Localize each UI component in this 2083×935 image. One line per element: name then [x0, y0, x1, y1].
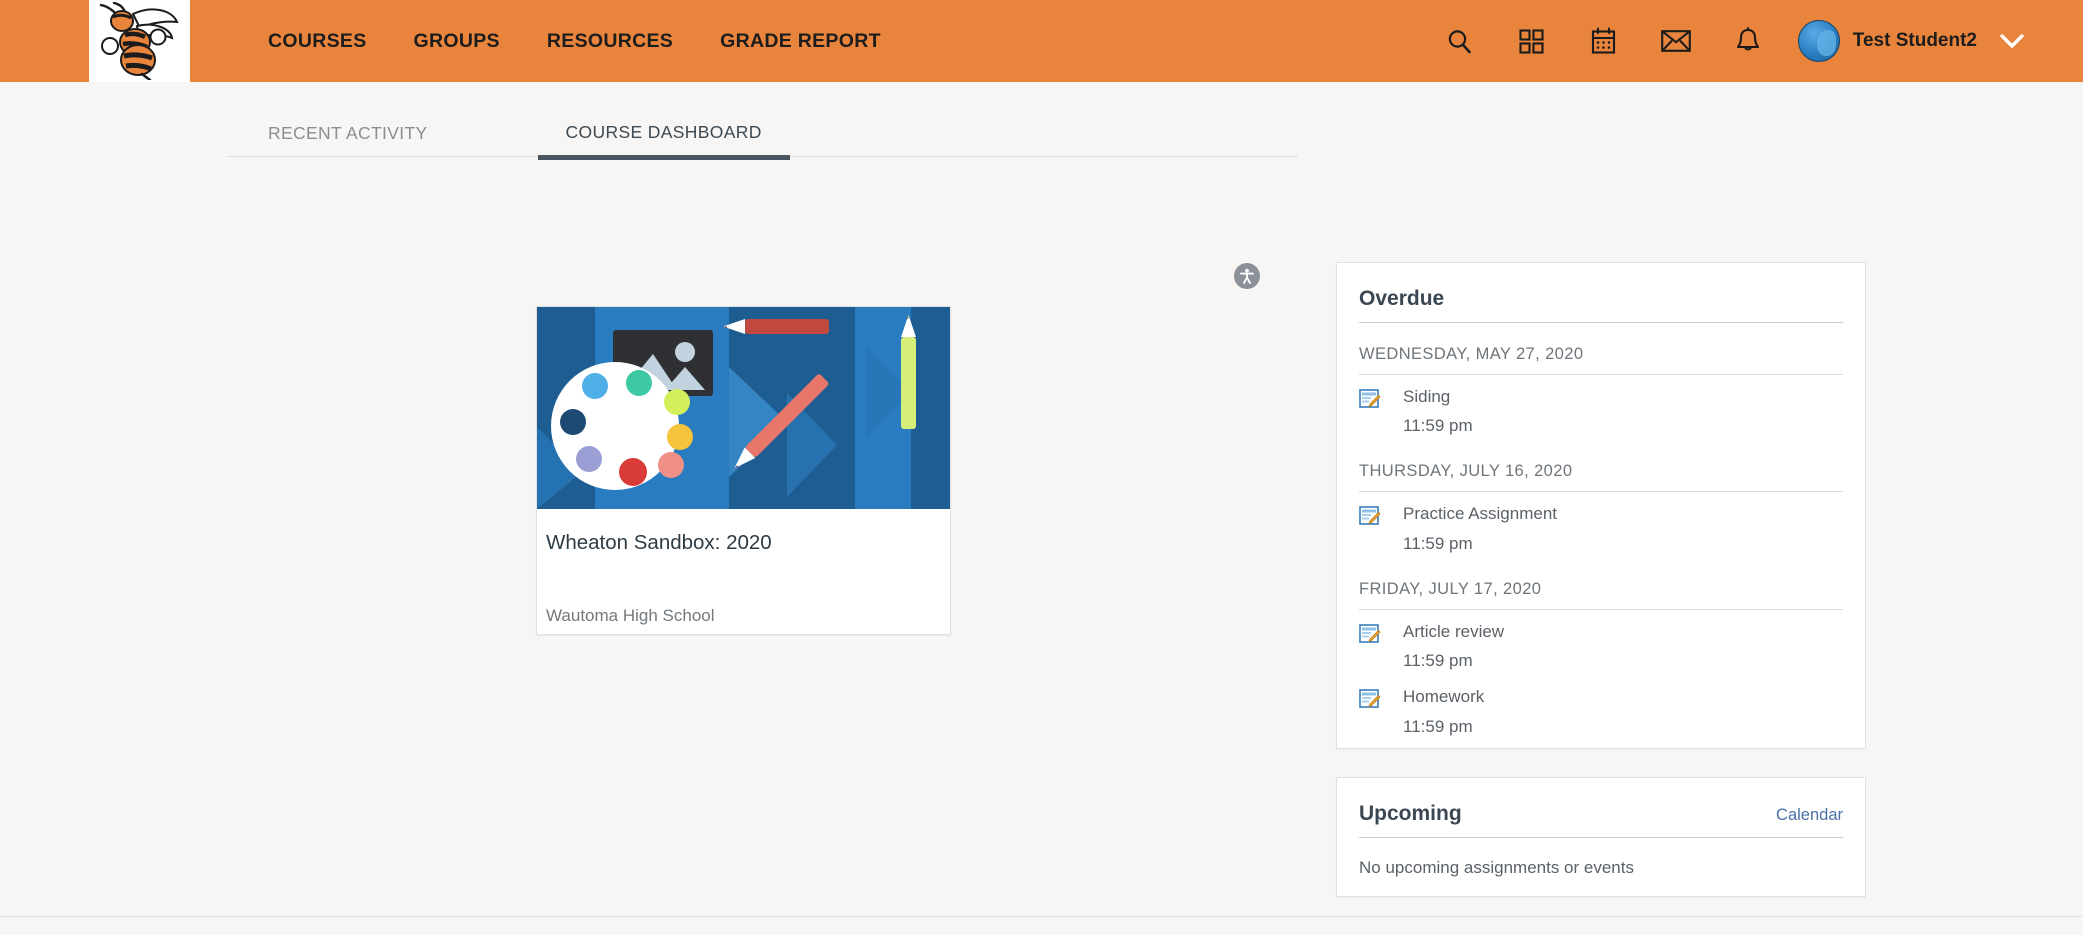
overdue-date-header: WEDNESDAY, MAY 27, 2020 [1359, 323, 1843, 375]
course-card[interactable]: Wheaton Sandbox: 2020 Wautoma High Schoo… [536, 306, 951, 635]
tab-recent-activity[interactable]: RECENT ACTIVITY [268, 123, 428, 156]
assignment-icon [1359, 688, 1381, 710]
upcoming-panel-header: Upcoming Calendar [1359, 778, 1843, 838]
overdue-list: WEDNESDAY, MAY 27, 2020 Siding 11:59 pm [1337, 323, 1865, 741]
nav-link-grade-report[interactable]: GRADE REPORT [720, 30, 881, 53]
assignment-time: 11:59 pm [1403, 416, 1473, 436]
upcoming-empty-message: No upcoming assignments or events [1359, 858, 1634, 877]
course-card-subtitle: Wautoma High School [546, 605, 715, 625]
nav-link-groups[interactable]: GROUPS [414, 30, 500, 53]
course-card-title[interactable]: Wheaton Sandbox: 2020 [546, 531, 940, 556]
envelope-mail-icon[interactable] [1640, 0, 1712, 82]
hornet-mascot-icon [99, 2, 179, 80]
assignment-icon [1359, 388, 1381, 410]
assignment-time: 11:59 pm [1403, 716, 1473, 736]
assignment-name[interactable]: Homework [1403, 687, 1484, 706]
nav-link-courses[interactable]: COURSES [268, 30, 367, 53]
calendar-link[interactable]: Calendar [1776, 806, 1843, 825]
tab-course-dashboard[interactable]: COURSE DASHBOARD [537, 122, 790, 160]
nav-utility-area: Test Student2 [1424, 0, 2025, 82]
upcoming-title: Upcoming [1359, 802, 1462, 825]
page-bottom-divider [0, 916, 2083, 917]
course-card-body: Wheaton Sandbox: 2020 Wautoma High Schoo… [537, 509, 950, 634]
page-content: RECENT ACTIVITY COURSE DASHBOARD Wheaton… [0, 82, 2083, 935]
list-item[interactable]: Homework 11:59 pm [1359, 675, 1843, 740]
assignment-name[interactable]: Siding [1403, 387, 1450, 406]
dashboard-tabs: RECENT ACTIVITY COURSE DASHBOARD [228, 103, 1298, 160]
chevron-down-icon[interactable] [1999, 33, 2025, 49]
assignment-time: 11:59 pm [1403, 533, 1473, 553]
primary-nav-links: COURSES GROUPS RESOURCES GRADE REPORT [268, 30, 881, 53]
assignment-name[interactable]: Practice Assignment [1403, 504, 1557, 523]
upcoming-body: No upcoming assignments or events [1337, 838, 1865, 878]
course-card-artwork [537, 307, 950, 509]
apps-grid-icon[interactable] [1496, 0, 1568, 82]
overdue-panel-header: Overdue [1359, 263, 1843, 323]
assignment-name[interactable]: Article review [1403, 622, 1504, 641]
nav-link-resources[interactable]: RESOURCES [547, 30, 673, 53]
upcoming-panel: Upcoming Calendar No upcoming assignment… [1336, 777, 1866, 897]
bell-notification-icon[interactable] [1712, 0, 1784, 82]
list-item[interactable]: Siding 11:59 pm [1359, 375, 1843, 440]
top-navigation-bar: COURSES GROUPS RESOURCES GRADE REPORT Te… [0, 0, 2083, 82]
overdue-title: Overdue [1359, 287, 1445, 310]
user-avatar[interactable] [1797, 20, 1840, 62]
overdue-panel: Overdue WEDNESDAY, MAY 27, 2020 Siding 1… [1336, 262, 1866, 749]
list-item[interactable]: Practice Assignment 11:59 pm [1359, 492, 1843, 557]
search-icon[interactable] [1424, 0, 1496, 82]
assignment-icon [1359, 623, 1381, 645]
calendar-icon[interactable] [1568, 0, 1640, 82]
hornet-mascot-logo[interactable] [89, 0, 190, 82]
user-name-label[interactable]: Test Student2 [1853, 30, 1977, 52]
assignment-time: 11:59 pm [1403, 651, 1473, 671]
overdue-date-header: FRIDAY, JULY 17, 2020 [1359, 558, 1843, 610]
list-item[interactable]: Article review 11:59 pm [1359, 610, 1843, 675]
overdue-date-header: THURSDAY, JULY 16, 2020 [1359, 440, 1843, 493]
assignment-icon [1359, 505, 1381, 527]
accessibility-icon[interactable] [1234, 263, 1260, 289]
